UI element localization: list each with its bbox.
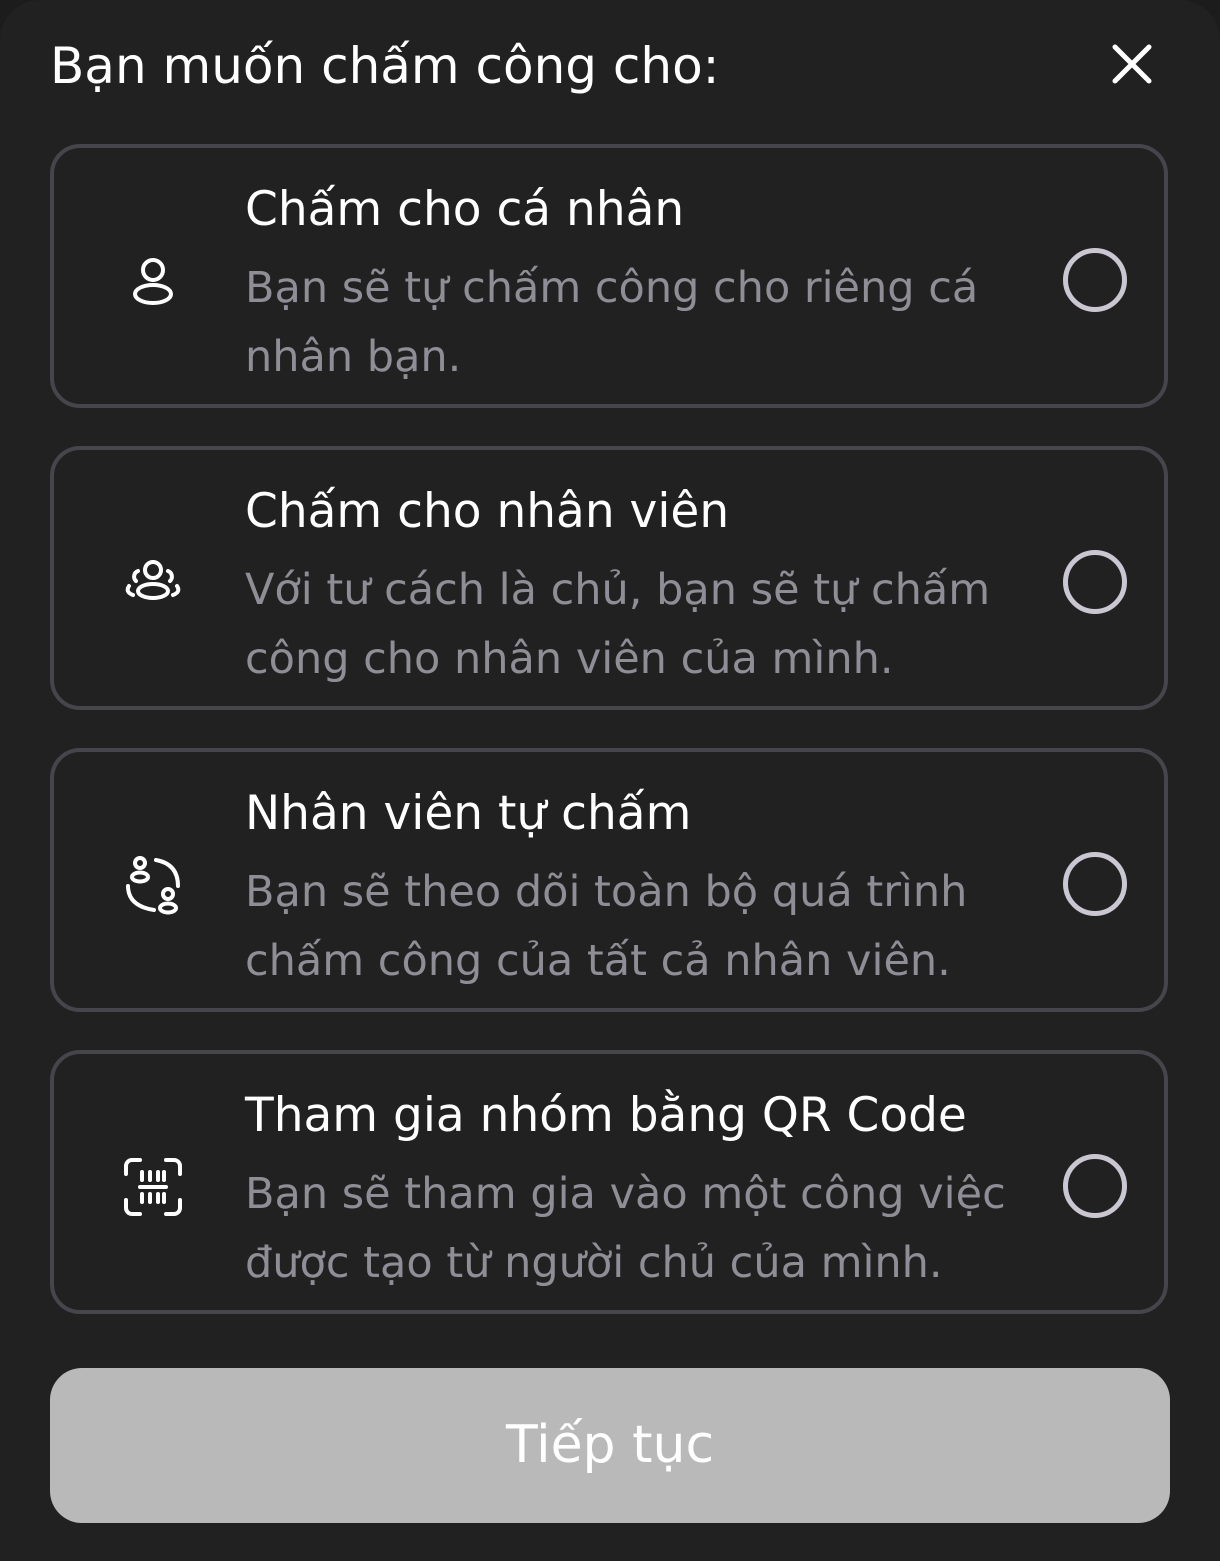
option-title: Chấm cho nhân viên: [245, 484, 730, 539]
option-description: Bạn sẽ tự chấm công cho riêng cá nhân bạ…: [245, 263, 979, 382]
option-title: Tham gia nhóm bằng QR Code: [245, 1088, 967, 1143]
option-description: Với tư cách là chủ, bạn sẽ tự chấm công …: [245, 565, 991, 684]
continue-button[interactable]: Tiếp tục: [50, 1368, 1170, 1523]
option-employees[interactable]: Chấm cho nhân viên Với tư cách là chủ, b…: [50, 446, 1168, 710]
option-description: Bạn sẽ theo dõi toàn bộ quá trình chấm c…: [245, 867, 968, 986]
option-self-checkin[interactable]: Nhân viên tự chấm Bạn sẽ theo dõi toàn b…: [50, 748, 1168, 1012]
radio-button[interactable]: [1063, 248, 1127, 312]
people-exchange-icon: [126, 856, 180, 915]
bottom-sheet: Bạn muốn chấm công cho: Chấm cho cá nhân…: [0, 0, 1220, 1561]
option-description: Bạn sẽ tham gia vào một công việc được t…: [245, 1169, 1006, 1288]
person-icon: [133, 258, 173, 305]
option-qr-join[interactable]: Tham gia nhóm bằng QR Code Bạn sẽ tham g…: [50, 1050, 1168, 1314]
option-title: Nhân viên tự chấm: [245, 786, 692, 841]
sheet-title: Bạn muốn chấm công cho:: [50, 37, 720, 95]
option-title: Chấm cho cá nhân: [245, 182, 685, 237]
group-icon: [125, 560, 181, 600]
qr-scan-icon: [124, 1158, 182, 1216]
option-personal[interactable]: Chấm cho cá nhân Bạn sẽ tự chấm công cho…: [50, 144, 1168, 408]
radio-button[interactable]: [1063, 550, 1127, 614]
radio-button[interactable]: [1063, 852, 1127, 916]
close-icon: [1112, 44, 1152, 84]
close-button[interactable]: [1100, 32, 1164, 96]
radio-button[interactable]: [1063, 1154, 1127, 1218]
